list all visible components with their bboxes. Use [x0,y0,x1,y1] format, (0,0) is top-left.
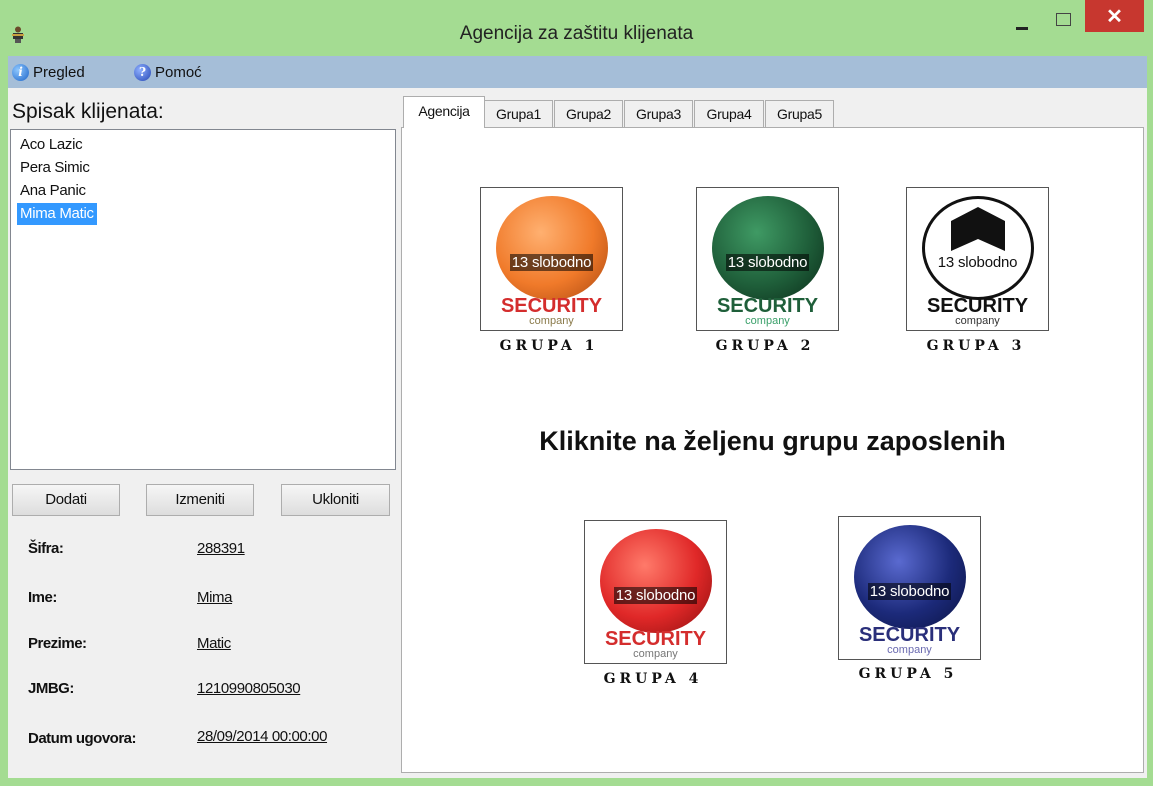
group-4-logo[interactable]: 13 slobodno SECURITY company [584,520,727,664]
security-badge-icon [853,525,966,629]
list-item[interactable]: Pera Simic [17,157,93,179]
window-title: Agencija za zaštitu klijenata [459,23,694,44]
close-icon: ✕ [1106,6,1123,28]
group-5-available: 13 slobodno [867,583,952,600]
logo-subtext: company [745,315,790,327]
security-badge-icon [921,196,1034,300]
close-button[interactable]: ✕ [1085,0,1144,32]
tab-grupa2[interactable]: Grupa2 [554,100,623,127]
minimize-icon [1016,27,1028,30]
group-2-label[interactable]: GRUPA 2 [685,338,845,354]
main-window: Agencija za zaštitu klijenata ✕ i Pregle… [0,0,1153,786]
logo-text: SECURITY [858,624,961,646]
maximize-button[interactable] [1042,10,1082,34]
sifra-label: Šifra: [28,540,64,557]
group-1-logo[interactable]: 13 slobodno SECURITY company [480,187,623,331]
group-1-label[interactable]: GRUPA 1 [469,338,629,354]
group-4-available: 13 slobodno [613,587,698,604]
logo-subtext: company [955,315,1000,327]
tab-grupa4[interactable]: Grupa4 [694,100,764,127]
logo-subtext: company [633,648,678,660]
security-badge-icon [495,196,608,300]
title-bar: Agencija za zaštitu klijenata ✕ [0,0,1153,56]
group-3-label[interactable]: GRUPA 3 [896,338,1056,354]
logo-text: SECURITY [500,295,603,317]
prezime-value[interactable]: Matic [197,635,231,652]
group-3-logo[interactable]: 13 slobodno SECURITY company [906,187,1049,331]
info-icon: i [12,63,29,81]
menu-pomoc[interactable]: ? Pomoć [134,62,202,82]
group-4-label[interactable]: GRUPA 4 [573,671,733,687]
menu-pomoc-label: Pomoć [155,63,202,81]
client-list-title: Spisak klijenata: [12,100,164,123]
group-2-available: 13 slobodno [725,254,810,271]
logo-subtext: company [529,315,574,327]
list-item[interactable]: Ana Panic [17,180,89,202]
jmbg-label: JMBG: [28,680,74,697]
remove-button[interactable]: Ukloniti [281,484,390,516]
tab-grupa1[interactable]: Grupa1 [484,100,553,127]
group-3-available: 13 slobodno [935,254,1020,271]
maximize-icon [1056,13,1071,26]
edit-button[interactable]: Izmeniti [146,484,254,516]
security-badge-icon [711,196,824,300]
minimize-button[interactable] [1005,10,1039,34]
group-2-logo[interactable]: 13 slobodno SECURITY company [696,187,839,331]
client-listbox[interactable]: Aco Lazic Pera Simic Ana Panic Mima Mati… [10,129,396,470]
ime-label: Ime: [28,589,57,606]
menu-pregled[interactable]: i Pregled [12,62,85,82]
logo-subtext: company [887,644,932,656]
logo-text: SECURITY [716,295,819,317]
ime-value[interactable]: Mima [197,589,232,606]
prezime-label: Prezime: [28,635,87,652]
datum-label: Datum ugovora: [28,730,137,747]
group-1-available: 13 slobodno [509,254,594,271]
menu-pregled-label: Pregled [33,63,85,81]
logo-text: SECURITY [926,295,1029,317]
list-item-selected[interactable]: Mima Matic [17,203,97,225]
instruction-text: Kliknite na željenu grupu zaposlenih [539,426,1006,456]
list-item[interactable]: Aco Lazic [17,134,85,156]
logo-text: SECURITY [604,628,707,650]
security-badge-icon [599,529,712,633]
help-icon: ? [134,63,151,81]
group-5-label[interactable]: GRUPA 5 [828,666,988,682]
menu-bar: i Pregled ? Pomoć [8,56,1147,88]
sifra-value[interactable]: 288391 [197,540,245,557]
client-area: Spisak klijenata: Aco Lazic Pera Simic A… [8,88,1147,778]
agencija-panel: 13 slobodno SECURITY company GRUPA 1 13 … [401,127,1144,773]
group-5-logo[interactable]: 13 slobodno SECURITY company [838,516,981,660]
jmbg-value[interactable]: 1210990805030 [197,680,301,697]
shield-icon [950,207,1005,251]
tab-agencija[interactable]: Agencija [403,96,485,128]
tab-grupa5[interactable]: Grupa5 [765,100,834,127]
tab-grupa3[interactable]: Grupa3 [624,100,693,127]
add-button[interactable]: Dodati [12,484,120,516]
datum-value[interactable]: 28/09/2014 00:00:00 [197,728,327,745]
